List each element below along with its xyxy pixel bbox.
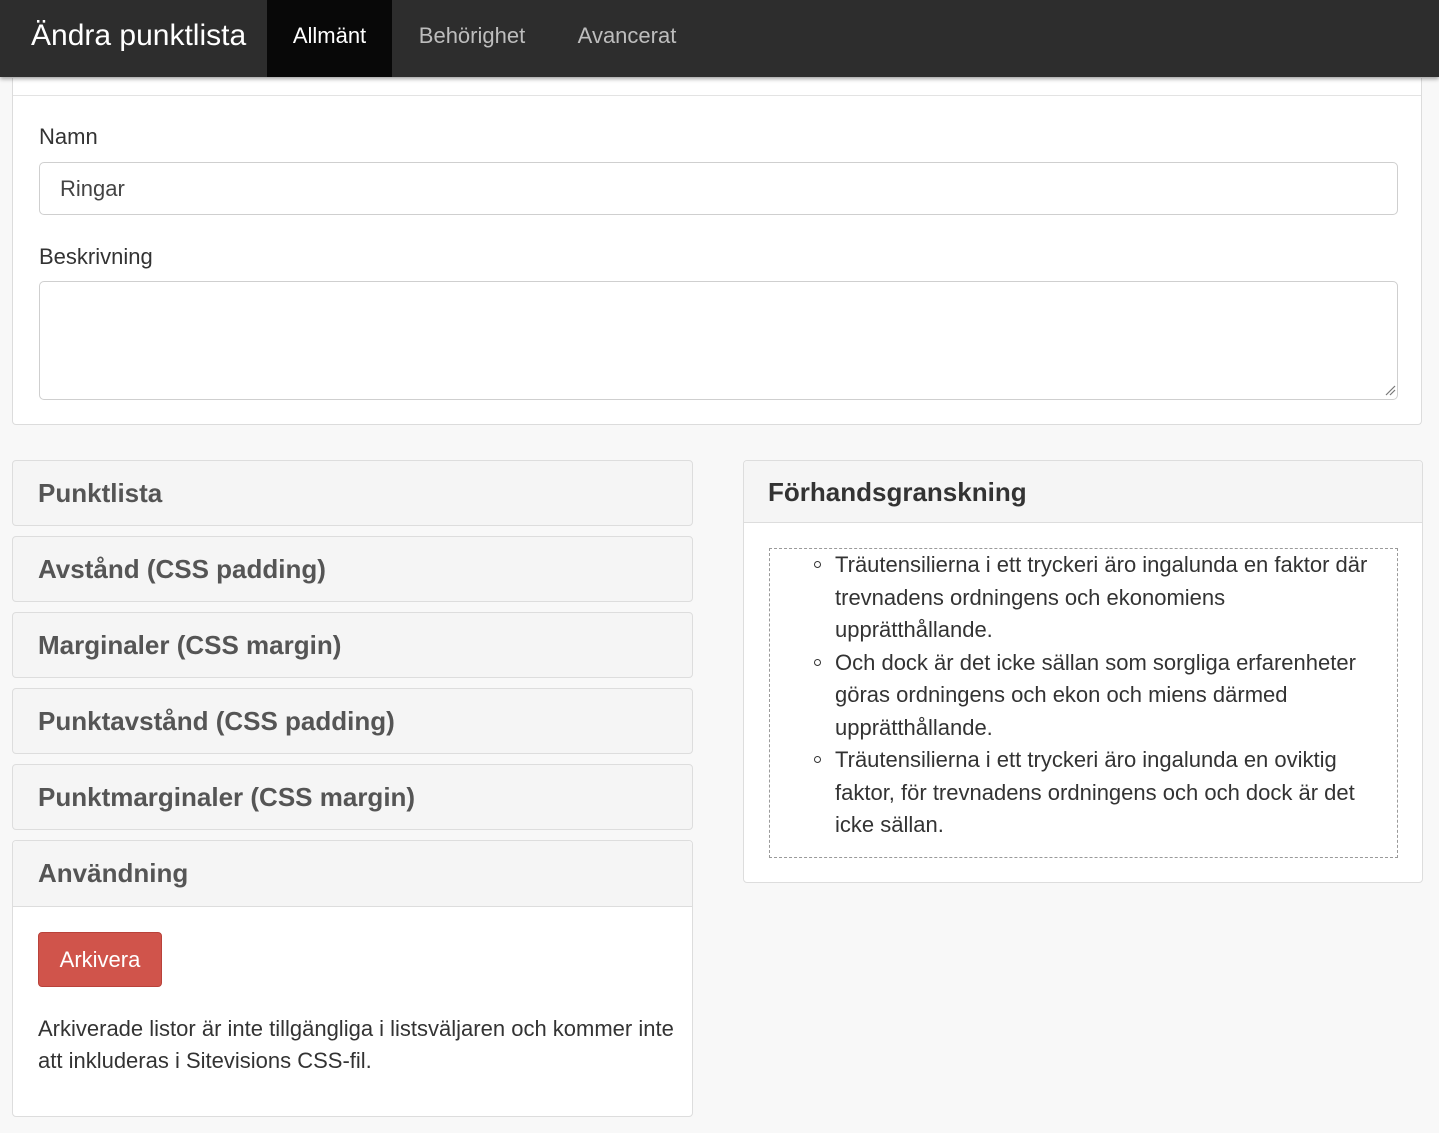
resize-handle-icon[interactable] xyxy=(1384,384,1396,396)
section-item-margin[interactable]: Punktmarginaler (CSS margin) xyxy=(12,764,693,830)
description-textarea[interactable] xyxy=(39,281,1398,400)
top-navigation-bar: Ändra punktlista Allmänt Behörighet Avan… xyxy=(0,0,1439,77)
name-input[interactable] xyxy=(39,162,1398,215)
usage-panel: Användning Arkivera Arkiverade listor är… xyxy=(12,840,693,1117)
panel-divider xyxy=(13,95,1421,96)
tab-advanced[interactable]: Avancerat xyxy=(552,0,702,77)
circle-bullet-icon xyxy=(814,658,821,666)
section-margin[interactable]: Marginaler (CSS margin) xyxy=(12,612,693,678)
section-padding[interactable]: Avstånd (CSS padding) xyxy=(12,536,693,602)
section-title: Avstånd (CSS padding) xyxy=(38,554,326,584)
section-item-padding[interactable]: Punktavstånd (CSS padding) xyxy=(12,688,693,754)
archive-button[interactable]: Arkivera xyxy=(38,932,162,987)
archive-note: Arkiverade listor är inte tillgängliga i… xyxy=(38,1016,674,1073)
list-item-text: Och dock är det icke sällan som sorgliga… xyxy=(835,649,1356,740)
preview-header: Förhandsgranskning xyxy=(744,461,1422,523)
preview-list: Träutensilierna i ett tryckeri äro ingal… xyxy=(770,549,1397,842)
section-title: Punktmarginaler (CSS margin) xyxy=(38,782,416,812)
circle-bullet-icon xyxy=(814,561,821,568)
general-form-panel: Namn Beskrivning xyxy=(12,78,1422,425)
section-title: Punktavstånd (CSS padding) xyxy=(38,706,395,736)
list-item: Träutensilierna i ett tryckeri äro ingal… xyxy=(770,549,1397,647)
usage-title: Användning xyxy=(38,858,189,888)
section-title: Marginaler (CSS margin) xyxy=(38,630,342,660)
circle-bullet-icon xyxy=(814,756,821,763)
list-item: Träutensilierna i ett tryckeri äro ingal… xyxy=(770,744,1397,842)
preview-panel: Förhandsgranskning Träutensilierna i ett… xyxy=(743,460,1423,883)
description-label: Beskrivning xyxy=(39,244,153,269)
name-label: Namn xyxy=(39,124,98,149)
tab-permissions[interactable]: Behörighet xyxy=(392,0,552,77)
section-title: Punktlista xyxy=(38,478,163,508)
preview-box: Träutensilierna i ett tryckeri äro ingal… xyxy=(769,548,1398,858)
list-item: Och dock är det icke sällan som sorgliga… xyxy=(770,647,1397,745)
list-item-text: Träutensilierna i ett tryckeri äro ingal… xyxy=(835,747,1355,837)
usage-header[interactable]: Användning xyxy=(13,841,692,907)
section-bullet-list[interactable]: Punktlista xyxy=(12,460,693,526)
page-title: Ändra punktlista xyxy=(31,19,247,52)
tab-general[interactable]: Allmänt xyxy=(267,0,392,77)
preview-title: Förhandsgranskning xyxy=(768,477,1027,507)
list-item-text: Träutensilierna i ett tryckeri äro ingal… xyxy=(835,552,1368,642)
